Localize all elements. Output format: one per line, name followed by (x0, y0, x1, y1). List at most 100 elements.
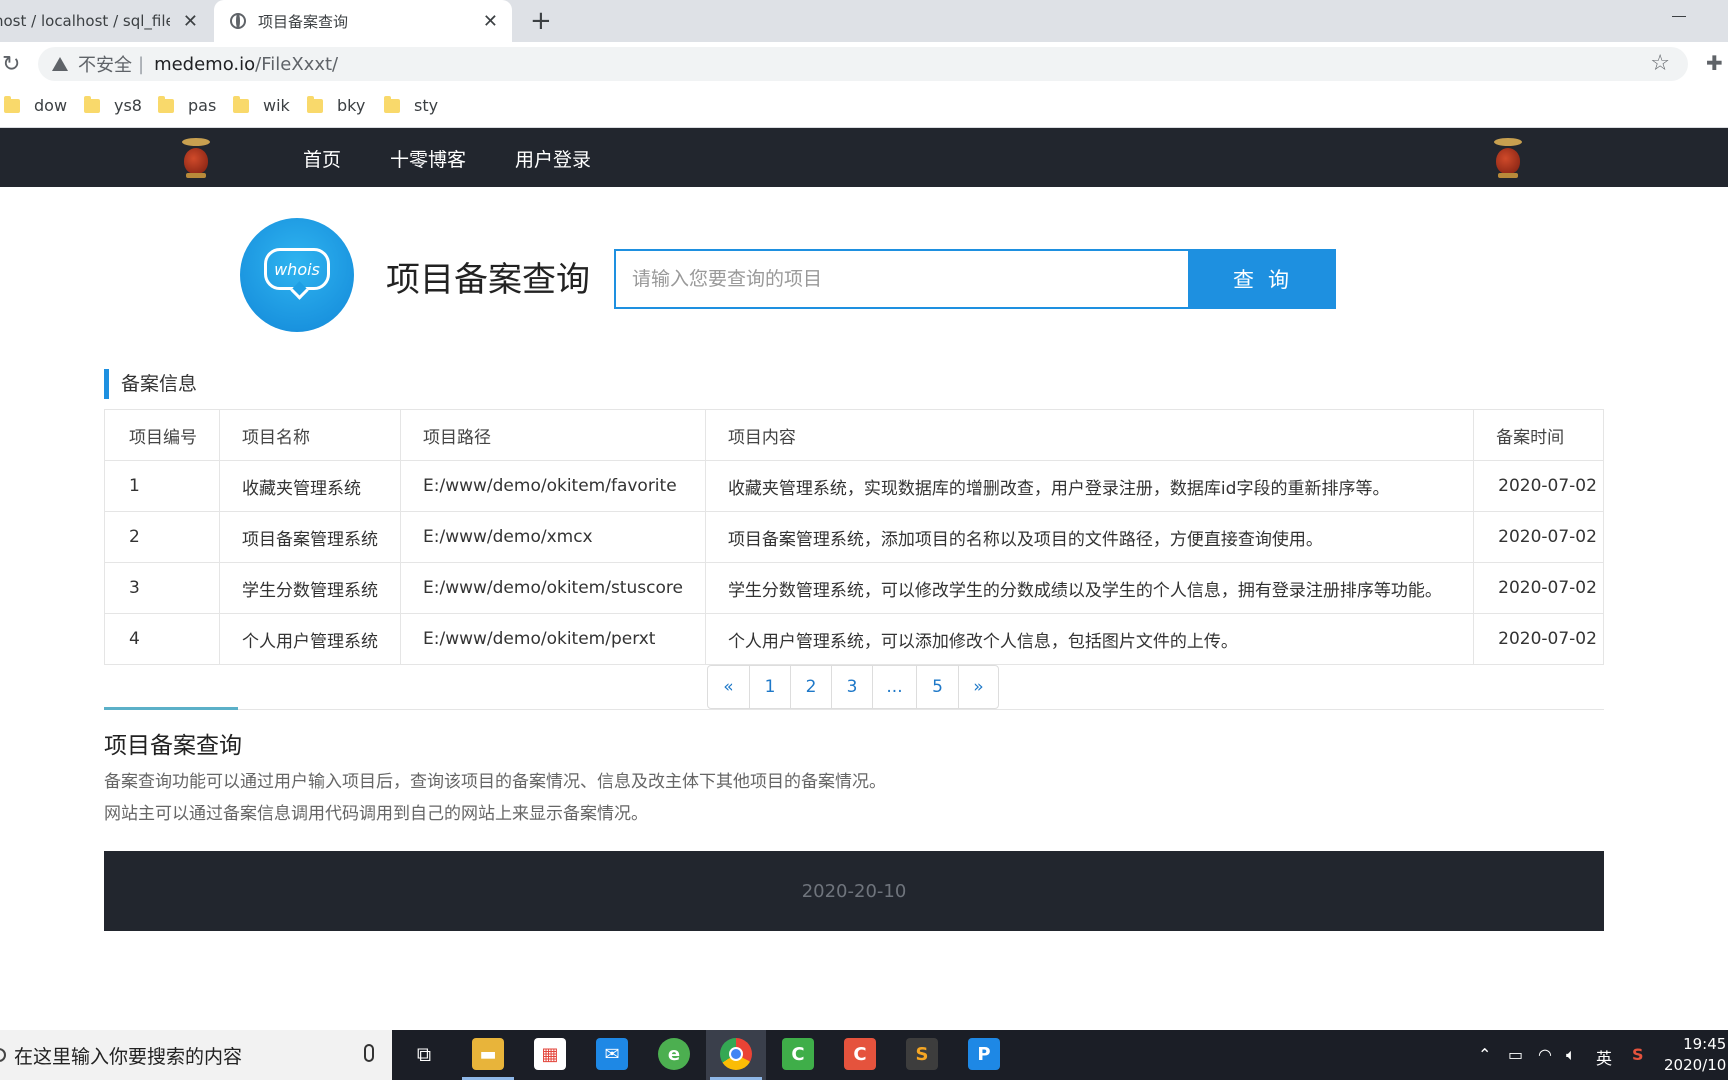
task-view-icon[interactable]: ⧉ (408, 1038, 440, 1070)
browser-toolbar: ↻ 不安全 | medemo.io /FileXxxt/ ☆ ✚ (0, 42, 1728, 86)
page-link[interactable]: 3 (831, 666, 872, 708)
whois-bubble-icon: whois (264, 248, 330, 290)
table-row: 3 学生分数管理系统 E:/www/demo/okitem/stuscore 学… (104, 562, 1604, 614)
page-title: 项目备案查询 (386, 260, 590, 300)
cell-content: 项目备案管理系统，添加项目的名称以及项目的文件路径，方便直接查询使用。 (704, 511, 1475, 563)
cell-path: E:/www/demo/xmcx (400, 511, 706, 563)
store-icon[interactable]: ▦ (534, 1038, 566, 1070)
bookmark-folder[interactable]: sty (384, 95, 439, 115)
tab-strip: host / localhost / sql_filex ✕ 项目备案查询 ✕ … (0, 0, 1728, 42)
search-input[interactable] (616, 251, 1188, 307)
whois-logo: whois (240, 218, 354, 332)
nav-home[interactable]: 首页 (303, 145, 341, 172)
url-path: /FileXxxt/ (255, 53, 339, 75)
address-bar[interactable]: 不安全 | medemo.io /FileXxxt/ ☆ (38, 47, 1688, 81)
bookmarks-bar: dow ys8 pas wik bky sty (0, 86, 1728, 128)
bookmark-folder[interactable]: dow (4, 95, 68, 115)
sogou-ime-icon[interactable]: S (1632, 1045, 1644, 1064)
table-header-row: 项目编号 项目名称 项目路径 项目内容 备案时间 (104, 409, 1604, 461)
separator: | (138, 53, 145, 75)
microphone-icon[interactable] (364, 1044, 374, 1062)
page-ellipsis: ... (872, 666, 916, 708)
cell-content: 收藏夹管理系统，实现数据库的增删改查，用户登录注册，数据库id字段的重新排序等。 (704, 460, 1475, 512)
search-form: 查询 (614, 249, 1336, 309)
close-icon[interactable]: ✕ (483, 11, 498, 32)
pagination: « 1 2 3 ... 5 » (707, 665, 999, 709)
folder-icon (84, 95, 100, 113)
folder-icon (233, 95, 249, 113)
close-icon[interactable]: ✕ (183, 11, 198, 32)
tab-active[interactable]: 项目备案查询 ✕ (214, 0, 512, 42)
chrome-icon[interactable] (720, 1038, 752, 1070)
browser-360-icon[interactable]: e (658, 1038, 690, 1070)
wifi-icon[interactable]: ◠ (1538, 1045, 1552, 1064)
nav-blog[interactable]: 十零博客 (390, 145, 466, 172)
column-header: 项目内容 (704, 409, 1475, 461)
page-next[interactable]: » (958, 666, 998, 708)
mail-icon[interactable]: ✉ (596, 1038, 628, 1070)
clion-icon[interactable]: C (844, 1038, 876, 1070)
bookmark-folder[interactable]: pas (158, 95, 216, 115)
cell-id: 3 (104, 562, 220, 614)
bookmark-star-icon[interactable]: ☆ (1650, 51, 1670, 76)
site-logo[interactable] (176, 136, 216, 180)
cell-id: 2 (104, 511, 220, 563)
records-table: 项目编号 项目名称 项目路径 项目内容 备案时间 1 收藏夹管理系统 E:/ww… (104, 409, 1604, 665)
column-header: 项目编号 (104, 409, 220, 461)
search-icon (0, 1048, 6, 1062)
about-text: 网站主可以通过备案信息调用代码调用到自己的网站上来显示备案情况。 (104, 804, 648, 824)
cell-content: 个人用户管理系统，可以添加修改个人信息，包括图片文件的上传。 (704, 613, 1475, 665)
page-prev[interactable]: « (708, 666, 749, 708)
warning-icon[interactable] (52, 57, 68, 71)
cell-date: 2020-07-02 (1473, 613, 1604, 665)
nav-login[interactable]: 用户登录 (515, 145, 591, 172)
column-header: 备案时间 (1473, 409, 1604, 461)
cell-date: 2020-07-02 (1473, 511, 1604, 563)
phpstorm-icon[interactable]: P (968, 1038, 1000, 1070)
system-clock[interactable]: 19:45 2020/10 (1664, 1034, 1726, 1076)
reload-icon[interactable]: ↻ (2, 52, 20, 77)
about-title: 项目备案查询 (104, 733, 242, 759)
battery-icon[interactable]: ▭ (1508, 1045, 1523, 1064)
bookmark-folder[interactable]: wik (233, 95, 290, 115)
url-host: medemo.io (154, 53, 256, 75)
bookmark-folder[interactable]: ys8 (84, 95, 142, 115)
divider-accent (104, 707, 238, 710)
page-link[interactable]: 5 (916, 666, 958, 708)
site-footer: 2020-20-10 (104, 851, 1604, 931)
tab-phpmyadmin[interactable]: host / localhost / sql_filex ✕ (0, 0, 210, 42)
tab-title: host / localhost / sql_filex (0, 12, 170, 30)
cell-path: E:/www/demo/okitem/stuscore (400, 562, 706, 614)
bookmark-label: bky (337, 96, 366, 115)
cell-name: 收藏夹管理系统 (219, 460, 401, 512)
page-link[interactable]: 2 (790, 666, 831, 708)
cell-name: 项目备案管理系统 (219, 511, 401, 563)
pycharm-icon[interactable]: C (782, 1038, 814, 1070)
divider (104, 709, 1604, 710)
bookmark-label: sty (414, 96, 439, 115)
globe-icon (230, 13, 246, 29)
taskbar-search[interactable]: 在这里输入你要搜索的内容 (0, 1030, 392, 1080)
file-explorer-icon[interactable]: ▬ (472, 1038, 504, 1070)
sublime-icon[interactable]: S (906, 1038, 938, 1070)
clock-date: 2020/10 (1664, 1056, 1727, 1074)
chevron-up-icon[interactable]: ⌃ (1478, 1045, 1491, 1064)
table-row: 4 个人用户管理系统 E:/www/demo/okitem/perxt 个人用户… (104, 613, 1604, 665)
cell-id: 4 (104, 613, 220, 665)
minimize-button[interactable] (1672, 16, 1686, 17)
cell-id: 1 (104, 460, 220, 512)
ime-indicator[interactable]: 英 (1596, 1045, 1612, 1069)
cell-path: E:/www/demo/okitem/perxt (400, 613, 706, 665)
column-header: 项目名称 (219, 409, 401, 461)
new-tab-button[interactable]: + (530, 6, 552, 36)
search-button[interactable]: 查询 (1188, 251, 1334, 307)
page-link[interactable]: 1 (749, 666, 790, 708)
extensions-icon[interactable]: ✚ (1706, 51, 1723, 75)
volume-icon[interactable]: 🔈︎ (1566, 1045, 1576, 1065)
cell-date: 2020-07-02 (1473, 562, 1604, 614)
bookmark-folder[interactable]: bky (307, 95, 366, 115)
taskbar-search-placeholder: 在这里输入你要搜索的内容 (14, 1045, 243, 1068)
user-avatar[interactable] (1488, 136, 1528, 180)
bookmark-label: ys8 (114, 96, 142, 115)
bookmark-label: dow (34, 96, 68, 115)
